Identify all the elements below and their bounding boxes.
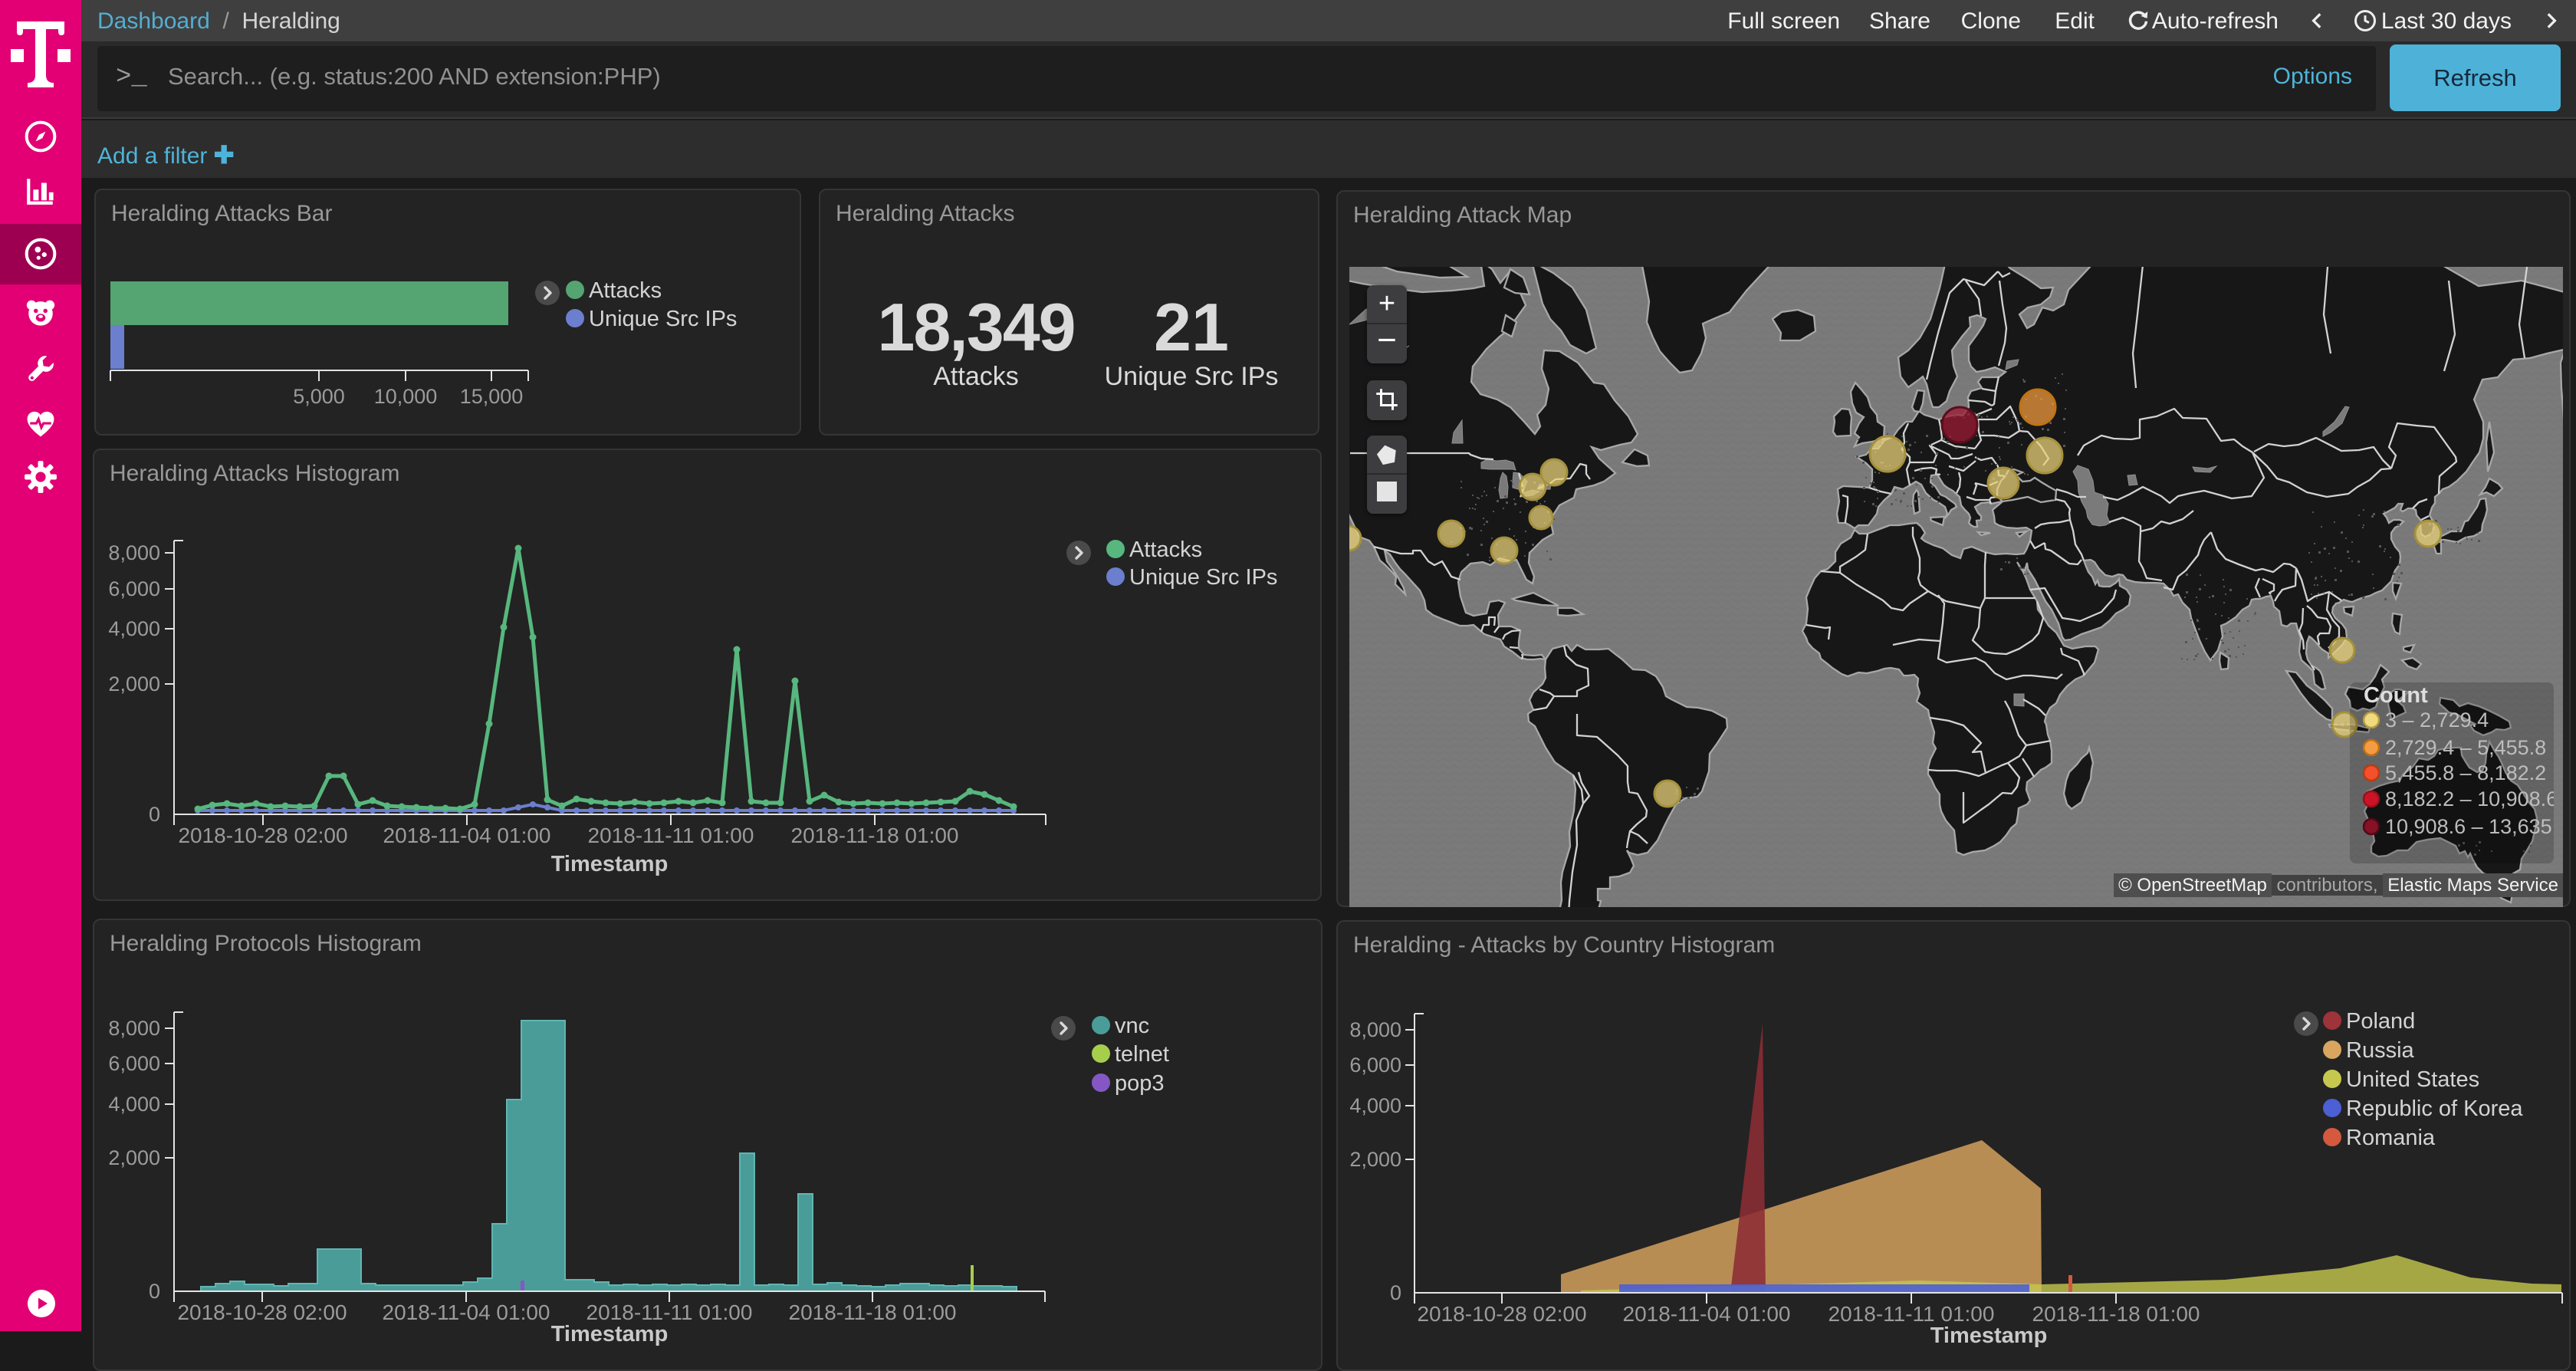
svg-text:6,000: 6,000 bbox=[108, 577, 160, 600]
svg-text:2,729.4 – 5,455.8: 2,729.4 – 5,455.8 bbox=[2385, 736, 2546, 759]
svg-text:2018-11-04 01:00: 2018-11-04 01:00 bbox=[383, 1300, 550, 1324]
svg-text:0: 0 bbox=[1390, 1281, 1401, 1304]
svg-text:4,000: 4,000 bbox=[108, 617, 160, 640]
svg-text:2,000: 2,000 bbox=[1349, 1148, 1401, 1171]
svg-text:telnet: telnet bbox=[1115, 1042, 1169, 1067]
svg-text:5,000: 5,000 bbox=[293, 385, 345, 408]
svg-text:0: 0 bbox=[149, 803, 160, 826]
svg-text:4,000: 4,000 bbox=[108, 1093, 160, 1116]
svg-text:2018-11-18 01:00: 2018-11-18 01:00 bbox=[791, 824, 959, 847]
svg-text:Russia: Russia bbox=[2346, 1038, 2415, 1063]
svg-text:Timestamp: Timestamp bbox=[551, 852, 669, 876]
svg-text:Count: Count bbox=[2364, 683, 2428, 708]
svg-text:4,000: 4,000 bbox=[1349, 1094, 1401, 1117]
svg-text:2,000: 2,000 bbox=[108, 672, 160, 695]
svg-text:2018-11-11 01:00: 2018-11-11 01:00 bbox=[588, 824, 754, 847]
svg-text:6,000: 6,000 bbox=[1349, 1054, 1401, 1077]
svg-text:United States: United States bbox=[2346, 1067, 2479, 1092]
svg-text:15,000: 15,000 bbox=[460, 385, 524, 408]
svg-text:10,000: 10,000 bbox=[374, 385, 438, 408]
svg-text:Unique Src IPs: Unique Src IPs bbox=[1129, 565, 1277, 590]
svg-text:0: 0 bbox=[149, 1280, 160, 1303]
svg-text:8,000: 8,000 bbox=[108, 1017, 160, 1040]
svg-text:Republic of Korea: Republic of Korea bbox=[2346, 1096, 2523, 1121]
svg-text:Timestamp: Timestamp bbox=[1930, 1323, 2048, 1348]
svg-text:8,000: 8,000 bbox=[108, 541, 160, 564]
svg-text:Attacks: Attacks bbox=[1129, 538, 1202, 562]
svg-text:2018-10-28 02:00: 2018-10-28 02:00 bbox=[1417, 1302, 1586, 1326]
svg-text:2018-10-28 02:00: 2018-10-28 02:00 bbox=[177, 1300, 347, 1324]
svg-text:2018-11-18 01:00: 2018-11-18 01:00 bbox=[2032, 1302, 2200, 1326]
svg-text:Timestamp: Timestamp bbox=[551, 1322, 669, 1346]
svg-text:pop3: pop3 bbox=[1115, 1071, 1165, 1096]
svg-text:2,000: 2,000 bbox=[108, 1146, 160, 1169]
svg-text:6,000: 6,000 bbox=[108, 1052, 160, 1075]
svg-text:Poland: Poland bbox=[2346, 1009, 2415, 1034]
svg-text:2018-11-04 01:00: 2018-11-04 01:00 bbox=[1623, 1302, 1791, 1326]
svg-text:Romania: Romania bbox=[2346, 1126, 2436, 1150]
svg-text:8,000: 8,000 bbox=[1349, 1018, 1401, 1041]
svg-text:vnc: vnc bbox=[1115, 1014, 1149, 1038]
svg-text:2018-11-11 01:00: 2018-11-11 01:00 bbox=[586, 1300, 753, 1324]
svg-text:2018-11-18 01:00: 2018-11-18 01:00 bbox=[789, 1300, 957, 1324]
svg-text:10,908.6 – 13,635: 10,908.6 – 13,635 bbox=[2385, 815, 2552, 838]
svg-text:2018-11-04 01:00: 2018-11-04 01:00 bbox=[383, 824, 551, 847]
svg-text:8,182.2 – 10,908.6: 8,182.2 – 10,908.6 bbox=[2385, 787, 2554, 810]
svg-text:3 – 2,729.4: 3 – 2,729.4 bbox=[2385, 709, 2489, 732]
svg-text:Unique Src IPs: Unique Src IPs bbox=[589, 307, 737, 331]
svg-text:5,455.8 – 8,182.2: 5,455.8 – 8,182.2 bbox=[2385, 761, 2546, 784]
svg-text:2018-10-28 02:00: 2018-10-28 02:00 bbox=[178, 824, 347, 847]
svg-text:2018-11-11 01:00: 2018-11-11 01:00 bbox=[1829, 1302, 1995, 1326]
svg-text:Attacks: Attacks bbox=[589, 278, 662, 303]
